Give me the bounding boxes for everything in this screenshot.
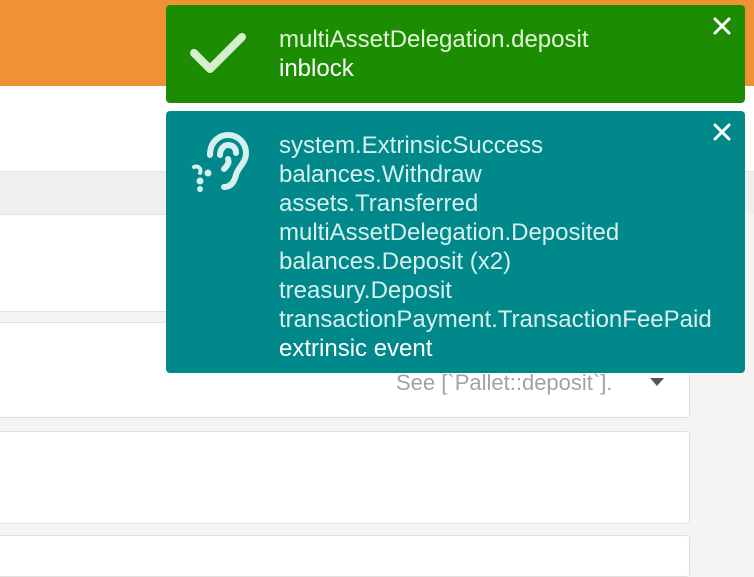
deposit-help-text: See [`Pallet::deposit`]. bbox=[396, 370, 613, 395]
input-card[interactable] bbox=[0, 535, 690, 577]
notification-event: system.ExtrinsicSuccess balances.Withdra… bbox=[166, 111, 745, 373]
event-line: balances.Withdraw bbox=[279, 161, 482, 188]
notification-body: multiAssetDelegation.deposit inblock bbox=[279, 25, 735, 83]
notification-success: multiAssetDelegation.deposit inblock bbox=[166, 5, 745, 103]
check-icon bbox=[190, 31, 246, 80]
notification-status: inblock bbox=[279, 55, 354, 82]
event-line: system.ExtrinsicSuccess bbox=[279, 132, 544, 159]
input-card[interactable] bbox=[0, 431, 690, 524]
notification-line: multiAssetDelegation.deposit bbox=[279, 26, 589, 53]
notification-status: extrinsic event bbox=[279, 335, 433, 362]
event-line: treasury.Deposit bbox=[279, 277, 452, 304]
notification-body: system.ExtrinsicSuccess balances.Withdra… bbox=[279, 131, 735, 363]
event-line: assets.Transferred bbox=[279, 190, 479, 217]
event-line: transactionPayment.TransactionFeePaid bbox=[279, 306, 712, 333]
event-line: multiAssetDelegation.Deposited bbox=[279, 219, 620, 246]
chevron-down-icon[interactable] bbox=[650, 378, 664, 386]
event-line: balances.Deposit (x2) bbox=[279, 248, 512, 275]
hearing-ear-icon bbox=[190, 129, 256, 200]
